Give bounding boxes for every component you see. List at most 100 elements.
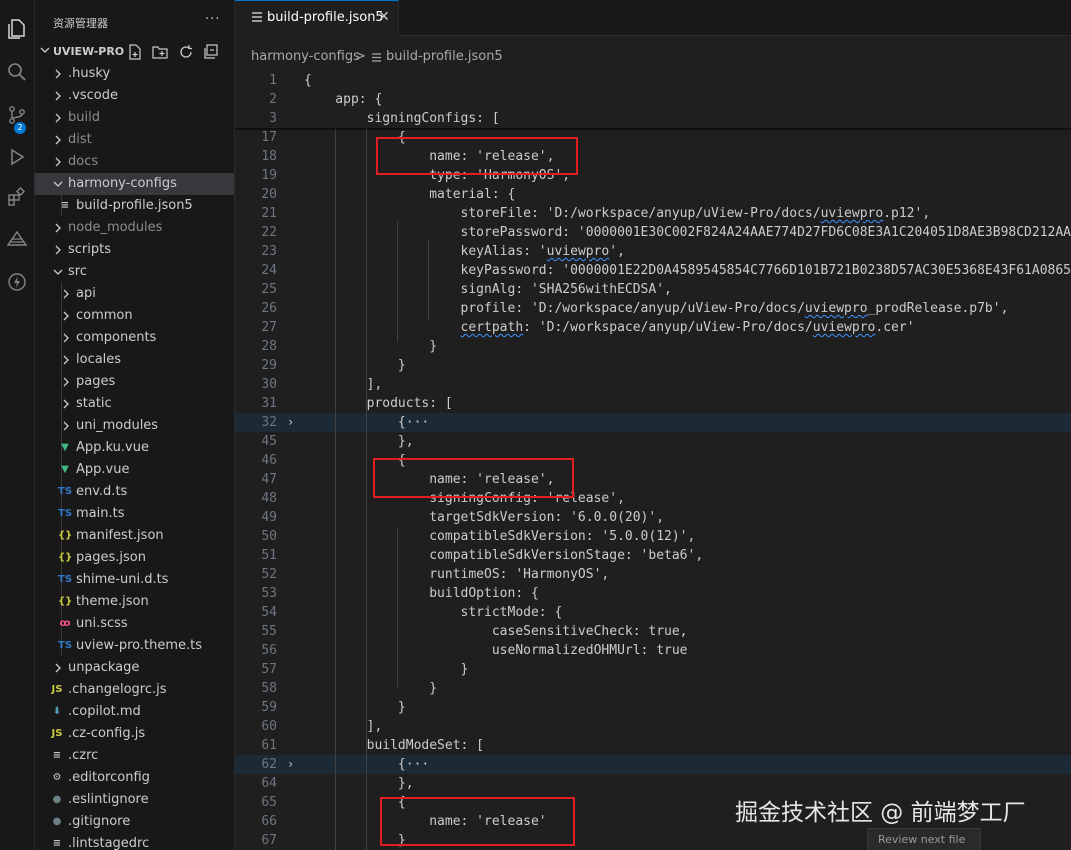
tree-file[interactable]: TS uview-pro.theme.ts <box>35 635 234 657</box>
extensions-icon[interactable] <box>0 180 34 214</box>
code-line[interactable]: 1{ <box>235 71 1071 90</box>
explorer-icon[interactable] <box>0 12 34 46</box>
code-line[interactable]: 53 buildOption: { <box>235 584 1071 603</box>
code-line[interactable]: 45 }, <box>235 432 1071 451</box>
code-line[interactable]: 20 material: { <box>235 185 1071 204</box>
tree-item-label: manifest.json <box>76 528 164 543</box>
json-file-icon: {} <box>58 552 73 563</box>
tree-file[interactable]: {} manifest.json <box>35 525 234 547</box>
code-line[interactable]: 32 › {··· <box>235 413 1071 432</box>
breadcrumb-file[interactable]: build-profile.json5 <box>386 49 503 64</box>
code-line[interactable]: 23 keyAlias: 'uviewpro', <box>235 242 1071 261</box>
code-line[interactable]: 46 { <box>235 451 1071 470</box>
search-icon[interactable] <box>0 55 34 89</box>
code-line[interactable]: 58 } <box>235 679 1071 698</box>
tree-file[interactable]: ● .eslintignore <box>35 789 234 811</box>
breadcrumb-folder[interactable]: harmony-configs <box>251 49 360 64</box>
code-line[interactable]: 28 } <box>235 337 1071 356</box>
code-line[interactable]: 18 name: 'release', <box>235 147 1071 166</box>
code-line[interactable]: 49 targetSdkVersion: '6.0.0(20)', <box>235 508 1071 527</box>
code-line[interactable]: 54 strictMode: { <box>235 603 1071 622</box>
tree-file[interactable]: ꝏ uni.scss <box>35 613 234 635</box>
tree-item-label: .lintstagedrc <box>68 836 150 850</box>
code-line[interactable]: 60 ], <box>235 717 1071 736</box>
tree-folder[interactable]: components <box>35 327 234 349</box>
code-line[interactable]: 2 app: { <box>235 90 1071 109</box>
tree-file[interactable]: ≡ build-profile.json5 <box>35 195 234 217</box>
code-line[interactable]: 62 › {··· <box>235 755 1071 774</box>
tree-folder[interactable]: api <box>35 283 234 305</box>
project-header[interactable]: UVIEW-PRO <box>35 41 234 63</box>
code-line[interactable]: 51 compatibleSdkVersionStage: 'beta6', <box>235 546 1071 565</box>
tree-folder[interactable]: docs <box>35 151 234 173</box>
code-line[interactable]: 24 keyPassword: '0000001E22D0A4589545854… <box>235 261 1071 280</box>
code-line[interactable]: 55 caseSensitiveCheck: true, <box>235 622 1071 641</box>
tree-file[interactable]: ⚙ .editorconfig <box>35 767 234 789</box>
code-text: } <box>304 662 469 677</box>
tree-file[interactable]: {} theme.json <box>35 591 234 613</box>
code-line[interactable]: 29 } <box>235 356 1071 375</box>
code-line[interactable]: 47 name: 'release', <box>235 470 1071 489</box>
tree-file[interactable]: TS env.d.ts <box>35 481 234 503</box>
code-line[interactable]: 52 runtimeOS: 'HarmonyOS', <box>235 565 1071 584</box>
tree-file[interactable]: JS .cz-config.js <box>35 723 234 745</box>
code-line[interactable]: 57 } <box>235 660 1071 679</box>
tree-file[interactable]: TS shime-uni.d.ts <box>35 569 234 591</box>
line-number: 58 <box>261 681 277 696</box>
code-line[interactable]: 48 signingConfig: 'release', <box>235 489 1071 508</box>
tree-folder[interactable]: build <box>35 107 234 129</box>
more-actions-button[interactable]: ··· <box>205 12 220 27</box>
collapse-all-icon[interactable] <box>203 44 219 60</box>
code-line[interactable]: 50 compatibleSdkVersion: '5.0.0(12)', <box>235 527 1071 546</box>
code-line[interactable]: 19 type: 'HarmonyOS', <box>235 166 1071 185</box>
tree-folder[interactable]: static <box>35 393 234 415</box>
tree-file[interactable]: ⬇ .copilot.md <box>35 701 234 723</box>
tree-folder[interactable]: uni_modules <box>35 415 234 437</box>
tree-folder[interactable]: scripts <box>35 239 234 261</box>
circle-file-icon: ● <box>52 816 62 827</box>
tree-folder[interactable]: node_modules <box>35 217 234 239</box>
code-line[interactable]: 61 buildModeSet: [ <box>235 736 1071 755</box>
code-line[interactable]: 59 } <box>235 698 1071 717</box>
tree-file[interactable]: ● .gitignore <box>35 811 234 833</box>
tree-file[interactable]: JS .changelogrc.js <box>35 679 234 701</box>
run-debug-icon[interactable] <box>0 140 34 174</box>
chevron-right-icon <box>55 223 61 233</box>
new-file-icon[interactable] <box>127 44 143 60</box>
tree-folder[interactable]: locales <box>35 349 234 371</box>
close-tab-icon[interactable]: ✕ <box>378 9 390 25</box>
tree-folder[interactable]: harmony-configs <box>35 173 234 195</box>
tree-folder[interactable]: src <box>35 261 234 283</box>
code-line[interactable]: 26 profile: 'D:/workspace/anyup/uView-Pr… <box>235 299 1071 318</box>
tree-file[interactable]: {} pages.json <box>35 547 234 569</box>
code-line[interactable]: 25 signAlg: 'SHA256withECDSA', <box>235 280 1071 299</box>
fold-chevron-icon[interactable]: › <box>287 755 294 774</box>
code-line[interactable]: 64 }, <box>235 774 1071 793</box>
tree-folder[interactable]: .husky <box>35 63 234 85</box>
code-line[interactable]: 27 certpath: 'D:/workspace/anyup/uView-P… <box>235 318 1071 337</box>
tree-file[interactable]: ▼ App.vue <box>35 459 234 481</box>
tree-file[interactable]: ≡ .czrc <box>35 745 234 767</box>
review-next-file-button[interactable]: Review next file <box>867 828 981 850</box>
lightning-icon[interactable] <box>0 265 34 299</box>
tree-file[interactable]: ▼ App.ku.vue <box>35 437 234 459</box>
fold-chevron-icon[interactable]: › <box>287 413 294 432</box>
lines-file-icon: ≡ <box>52 838 62 849</box>
tree-folder[interactable]: dist <box>35 129 234 151</box>
tree-folder[interactable]: .vscode <box>35 85 234 107</box>
code-line[interactable]: 56 useNormalizedOHMUrl: true <box>235 641 1071 660</box>
new-folder-icon[interactable] <box>152 44 168 60</box>
code-line[interactable]: 30 ], <box>235 375 1071 394</box>
tree-folder[interactable]: common <box>35 305 234 327</box>
tree-folder[interactable]: unpackage <box>35 657 234 679</box>
tree-file[interactable]: ≡ .lintstagedrc <box>35 833 234 850</box>
code-line[interactable]: 3 signingConfigs: [ <box>235 109 1071 128</box>
refresh-icon[interactable] <box>178 44 194 60</box>
code-line[interactable]: 31 products: [ <box>235 394 1071 413</box>
remote-icon[interactable] <box>0 222 34 256</box>
tab-build-profile[interactable]: build-profile.json5 ✕ <box>235 0 399 36</box>
code-line[interactable]: 22 storePassword: '0000001E30C002F824A24… <box>235 223 1071 242</box>
tree-folder[interactable]: pages <box>35 371 234 393</box>
code-line[interactable]: 21 storeFile: 'D:/workspace/anyup/uView-… <box>235 204 1071 223</box>
tree-file[interactable]: TS main.ts <box>35 503 234 525</box>
